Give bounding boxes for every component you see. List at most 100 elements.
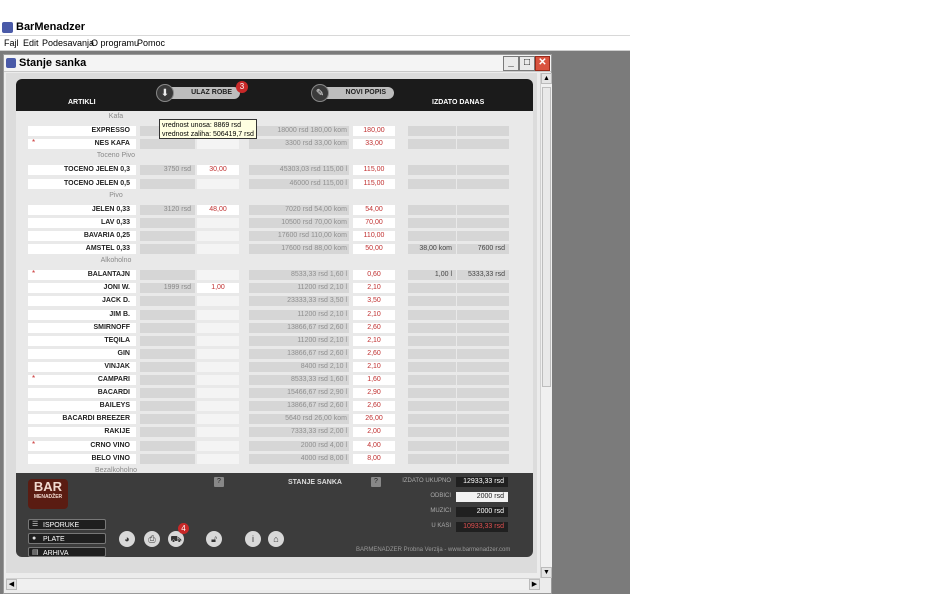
popis-input[interactable]: 180,00	[353, 126, 395, 137]
ulaz-quantity-input[interactable]: 1,00	[197, 283, 239, 294]
window-titlebar[interactable]: Stanje sanka _ □ ✕	[4, 55, 551, 72]
pencil-icon[interactable]: ✎	[311, 84, 329, 102]
ulaz-quantity-input[interactable]	[197, 230, 239, 241]
popis-input[interactable]: 70,00	[353, 217, 395, 228]
scroll-down-arrow[interactable]: ▼	[541, 567, 552, 578]
popis-input[interactable]: 3,50	[353, 296, 395, 307]
article-name[interactable]: JACK D.	[28, 296, 136, 307]
ulaz-quantity-input[interactable]	[197, 139, 239, 150]
ulaz-quantity-input[interactable]	[197, 401, 239, 412]
scroll-right-arrow[interactable]: ▶	[529, 579, 540, 590]
article-name[interactable]: JONI W.	[28, 283, 136, 294]
popis-input[interactable]: 33,00	[353, 139, 395, 150]
ulaz-quantity-input[interactable]	[197, 348, 239, 359]
menu-fajl[interactable]: Fajl	[4, 38, 19, 48]
popis-input[interactable]: 26,00	[353, 414, 395, 425]
article-name[interactable]: BAVARIA 0,25	[28, 230, 136, 241]
popis-input[interactable]: 4,00	[353, 440, 395, 451]
article-name[interactable]: BACARDI	[28, 388, 136, 399]
ulaz-quantity-input[interactable]	[197, 244, 239, 254]
popis-input[interactable]: 0,60	[353, 270, 395, 281]
download-icon[interactable]: ⬇	[156, 84, 174, 102]
popis-input[interactable]: 2,60	[353, 348, 395, 359]
ulaz-quantity-input[interactable]	[197, 322, 239, 333]
scroll-thumb[interactable]	[542, 87, 551, 387]
article-name[interactable]: TOCENO JELEN 0,5	[28, 178, 136, 189]
article-name[interactable]: * BALANTAJN	[28, 269, 136, 281]
ulaz-value	[140, 244, 195, 254]
help-button-right[interactable]: ?	[371, 477, 381, 487]
popis-input[interactable]: 2,60	[353, 401, 395, 412]
ulaz-quantity-input[interactable]	[197, 270, 239, 281]
article-name[interactable]: JIM B.	[28, 309, 136, 320]
article-name[interactable]: BACARDI BREEZER	[28, 414, 136, 425]
arhiva-button[interactable]: ▤ ARHIVA	[28, 547, 106, 557]
odbici-input[interactable]: 2000 rsd	[456, 492, 508, 502]
article-name[interactable]: EXPRESSO	[28, 126, 136, 137]
scroll-left-arrow[interactable]: ◀	[6, 579, 17, 590]
ulaz-quantity-input[interactable]: 48,00	[197, 204, 239, 215]
ulaz-quantity-input[interactable]	[197, 375, 239, 385]
lock-icon[interactable]: 🔓︎	[206, 531, 222, 547]
home-icon[interactable]: ⌂	[268, 531, 284, 547]
popis-input[interactable]: 2,00	[353, 427, 395, 438]
close-button[interactable]: ✕	[535, 56, 550, 71]
article-name[interactable]: TOCENO JELEN 0,3	[28, 165, 136, 176]
ulaz-quantity-input[interactable]	[197, 309, 239, 320]
header-izdato-danas: IZDATO DANAS	[432, 99, 485, 106]
popis-input[interactable]: 2,90	[353, 388, 395, 399]
help-button-left[interactable]: ?	[214, 477, 224, 487]
ulaz-quantity-input[interactable]	[197, 296, 239, 307]
menu-podesavanja[interactable]: Podesavanja	[42, 38, 94, 48]
popis-input[interactable]: 54,00	[353, 204, 395, 215]
isporuke-button[interactable]: ☰ ISPORUKE	[28, 519, 106, 530]
ulaz-quantity-input[interactable]	[197, 178, 239, 189]
popis-input[interactable]: 115,00	[353, 178, 395, 189]
article-name[interactable]: SMIRNOFF	[28, 322, 136, 333]
popis-input[interactable]: 1,60	[353, 375, 395, 385]
article-name[interactable]: AMSTEL 0,33	[28, 244, 136, 254]
menu-edit[interactable]: Edit	[23, 38, 39, 48]
horizontal-scrollbar[interactable]: ◀ ▶	[6, 578, 540, 590]
popis-input[interactable]: 8,00	[353, 453, 395, 464]
article-name[interactable]: LAV 0,33	[28, 217, 136, 228]
popis-input[interactable]: 2,10	[353, 283, 395, 294]
maximize-button[interactable]: □	[519, 56, 535, 71]
print-icon[interactable]: ⎙	[144, 531, 160, 547]
ulaz-quantity-input[interactable]	[197, 440, 239, 451]
ulaz-quantity-input[interactable]: 30,00	[197, 165, 239, 176]
article-name[interactable]: GIN	[28, 348, 136, 359]
popis-input[interactable]: 115,00	[353, 165, 395, 176]
article-name-label: BELO VINO	[91, 454, 130, 462]
ulaz-quantity-input[interactable]	[197, 217, 239, 228]
plate-button[interactable]: ● PLATE	[28, 533, 106, 544]
article-name[interactable]: * NES KAFA	[28, 138, 136, 150]
info-icon[interactable]: i	[245, 531, 261, 547]
ulaz-quantity-input[interactable]	[197, 361, 239, 372]
article-name[interactable]: * CAMPARI	[28, 374, 136, 385]
article-name[interactable]: JELEN 0,33	[28, 204, 136, 215]
minimize-button[interactable]: _	[503, 56, 519, 71]
menu-pomoc[interactable]: Pomoc	[137, 38, 165, 48]
menu-o-programu[interactable]: O programu	[91, 38, 139, 48]
ulaz-quantity-input[interactable]	[197, 388, 239, 399]
popis-input[interactable]: 2,10	[353, 361, 395, 372]
popis-input[interactable]: 2,60	[353, 322, 395, 333]
pie-chart-icon[interactable]: ◕	[119, 531, 135, 547]
article-name[interactable]: * CRNO VINO	[28, 440, 136, 451]
vertical-scrollbar[interactable]: ▲ ▼	[540, 73, 552, 578]
article-name[interactable]: RAKIJE	[28, 427, 136, 438]
popis-input[interactable]: 50,00	[353, 244, 395, 254]
ulaz-quantity-input[interactable]	[197, 414, 239, 425]
popis-input[interactable]: 2,10	[353, 335, 395, 346]
ulaz-quantity-input[interactable]	[197, 427, 239, 438]
article-name[interactable]: BELO VINO	[28, 453, 136, 464]
article-name[interactable]: BAILEYS	[28, 401, 136, 412]
popis-input[interactable]: 2,10	[353, 309, 395, 320]
article-name[interactable]: VINJAK	[28, 361, 136, 372]
popis-input[interactable]: 110,00	[353, 230, 395, 241]
ulaz-quantity-input[interactable]	[197, 453, 239, 464]
article-name[interactable]: TEQILA	[28, 335, 136, 346]
ulaz-quantity-input[interactable]	[197, 335, 239, 346]
scroll-up-arrow[interactable]: ▲	[541, 73, 552, 84]
